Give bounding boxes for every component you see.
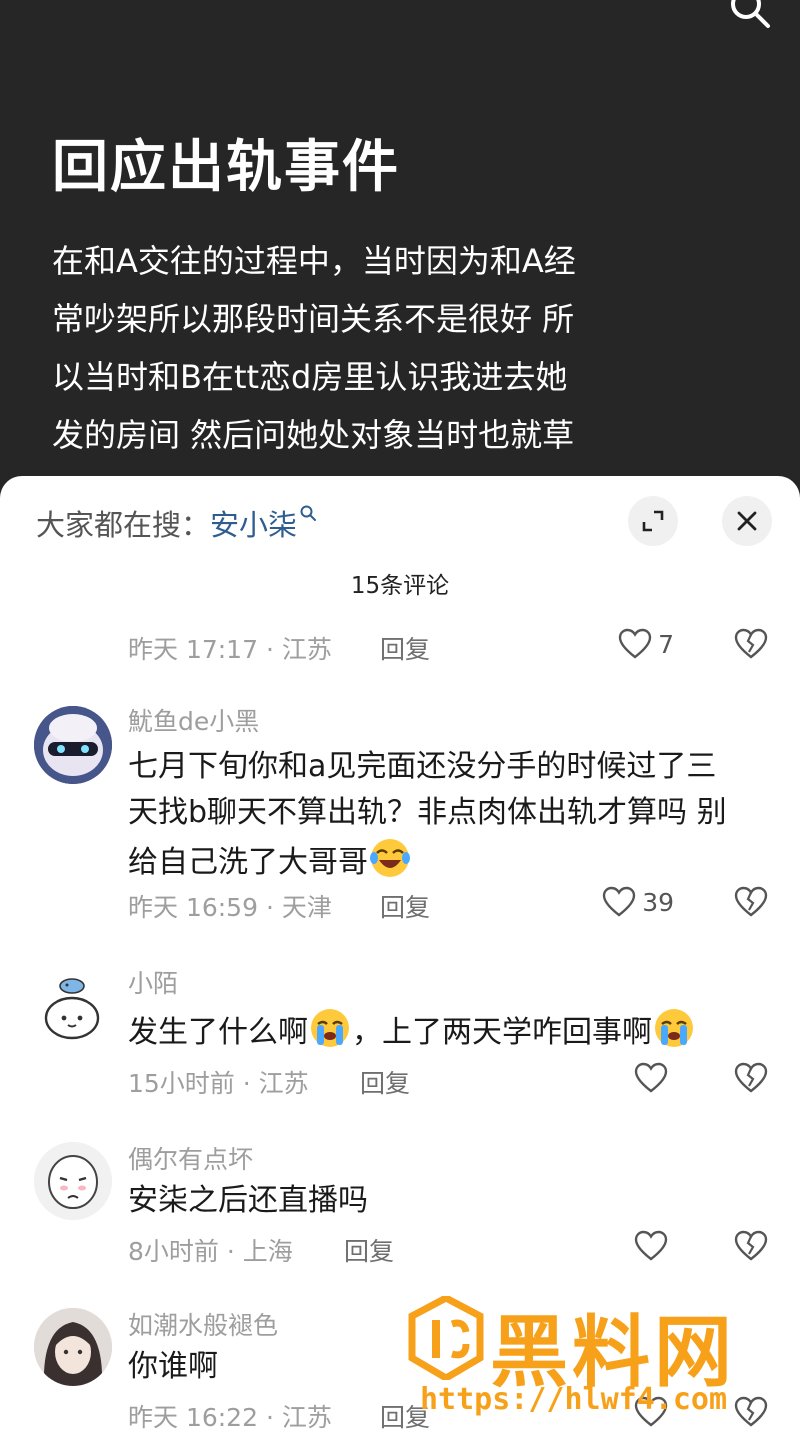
comment-text: 你谁啊 [128, 1344, 768, 1390]
comment-line: 七月下旬你和a见完面还没分手的时候过了三 [128, 749, 717, 784]
comment-line: 你谁啊 [128, 1349, 218, 1384]
post-body-line: 以当时和B在tt恋d房里认识我进去她 [52, 358, 568, 396]
reply-button[interactable]: 回复 [344, 1232, 394, 1268]
comment-sheet: 大家都在搜：安小柒 15条评论 昨天 17:17 · 江苏 回复 7 魷鱼de小… [0, 476, 800, 1448]
reply-button[interactable]: 回复 [380, 888, 430, 924]
close-icon [737, 511, 757, 531]
post-body: 在和A交往的过程中，当时因为和A经 常吵架所以那段时间关系不是很好 所 以当时和… [52, 232, 642, 464]
post-title: 回应出轨事件 [52, 135, 400, 200]
broken-heart-icon[interactable] [734, 628, 768, 660]
comment-time-location: 昨天 16:59 · 天津 [128, 893, 332, 922]
comment-text: 安柒之后还直播吗 [128, 1178, 768, 1224]
avatar[interactable] [34, 1308, 112, 1386]
broken-heart-icon[interactable] [734, 886, 768, 918]
comment-time-location: 8小时前 · 上海 [128, 1237, 293, 1266]
comment-username[interactable]: 偶尔有点坏 [128, 1140, 253, 1176]
heart-icon [618, 628, 652, 659]
heart-icon [602, 886, 636, 917]
comment-meta: 昨天 16:22 · 江苏 回复 [128, 1396, 770, 1434]
heart-icon [634, 1062, 668, 1093]
hot-search-keyword[interactable]: 安小柒 [210, 508, 297, 542]
comment-count: 15条评论 [350, 573, 450, 599]
expand-button[interactable] [628, 496, 678, 546]
comment-line-text: ，上了两天学咋回事啊 [352, 1015, 652, 1050]
post-body-line: 常吵架所以那段时间关系不是很好 所 [52, 300, 575, 338]
comment-text: 发生了什么啊 ，上了两天学咋回事啊 [128, 1006, 768, 1056]
comment-username[interactable]: 小陌 [128, 964, 178, 1000]
post-body-line: 发的房间 然后问她处对象当时也就草 [52, 416, 575, 454]
reply-button[interactable]: 回复 [380, 1398, 430, 1434]
heart-icon [634, 1230, 668, 1261]
search-icon [300, 505, 317, 521]
comment-line: 给自己洗了大哥哥 [128, 836, 768, 886]
broken-heart-icon[interactable] [734, 1396, 768, 1428]
avatar[interactable] [34, 968, 112, 1046]
close-button[interactable] [722, 496, 772, 546]
broken-heart-icon[interactable] [734, 1062, 768, 1094]
sheet-header: 大家都在搜：安小柒 15条评论 [0, 476, 800, 626]
comment-line: 发生了什么啊 ，上了两天学咋回事啊 [128, 1006, 768, 1056]
hot-search-label: 大家都在搜： [36, 508, 211, 542]
comment-text: 七月下旬你和a见完面还没分手的时候过了三 天找b聊天不算出轨？非点肉体出轨才算吗… [128, 744, 768, 886]
comment-meta: 昨天 17:17 · 江苏 回复 7 [128, 628, 770, 666]
comment-time-location: 昨天 17:17 · 江苏 [128, 635, 332, 664]
comment-line: 天找b聊天不算出轨？非点肉体出轨才算吗 别 [128, 795, 727, 830]
like-button[interactable] [634, 1230, 674, 1262]
comment-time-location: 15小时前 · 江苏 [128, 1069, 309, 1098]
comment-username[interactable]: 魷鱼de小黑 [128, 702, 259, 738]
like-button[interactable]: 7 [618, 628, 674, 660]
post-content: 回应出轨事件 在和A交往的过程中，当时因为和A经 常吵架所以那段时间关系不是很好… [0, 0, 800, 520]
comment-line: 安柒之后还直播吗 [128, 1183, 368, 1218]
crying-emoji [655, 1009, 693, 1047]
reply-button[interactable]: 回复 [360, 1064, 410, 1100]
hot-search[interactable]: 大家都在搜：安小柒 [36, 502, 317, 544]
comment-username[interactable]: 如潮水般褪色 [128, 1306, 278, 1342]
like-button[interactable] [634, 1396, 674, 1428]
like-button[interactable]: 39 [602, 886, 674, 918]
like-button[interactable] [634, 1062, 674, 1094]
comment-meta: 8小时前 · 上海 回复 [128, 1230, 770, 1268]
comment-line-text: 发生了什么啊 [128, 1015, 308, 1050]
search-icon[interactable] [728, 0, 772, 30]
expand-icon [642, 510, 664, 532]
like-count: 39 [642, 887, 674, 917]
avatar[interactable] [34, 1142, 112, 1220]
reply-button[interactable]: 回复 [380, 630, 430, 666]
comment-meta: 昨天 16:59 · 天津 回复 39 [128, 886, 770, 924]
comment-line-text: 给自己洗了大哥哥 [128, 845, 368, 880]
crying-emoji [311, 1009, 349, 1047]
laugh-cry-emoji [370, 839, 410, 877]
like-count: 7 [658, 629, 674, 659]
avatar[interactable] [34, 706, 112, 784]
comment-meta: 15小时前 · 江苏 回复 [128, 1062, 770, 1100]
post-body-line: 在和A交往的过程中，当时因为和A经 [52, 242, 576, 280]
broken-heart-icon[interactable] [734, 1230, 768, 1262]
comment-time-location: 昨天 16:22 · 江苏 [128, 1403, 332, 1432]
heart-icon [634, 1396, 668, 1427]
